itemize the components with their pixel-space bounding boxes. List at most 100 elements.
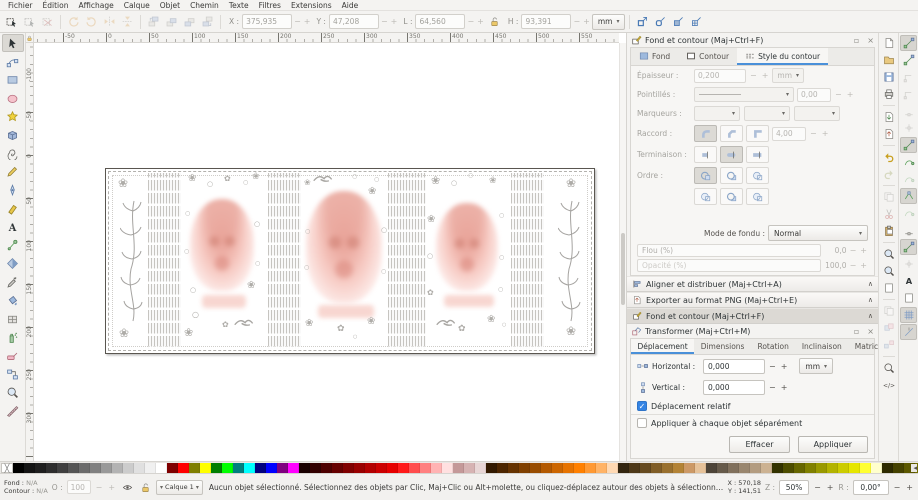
pencil-tool[interactable] (2, 163, 24, 181)
menu-texte[interactable]: Texte (224, 1, 254, 10)
color-swatch[interactable] (541, 463, 552, 473)
raise-to-top-button[interactable] (145, 13, 162, 30)
create-clone-button[interactable] (880, 320, 897, 336)
increment-button[interactable]: + (846, 90, 855, 99)
color-swatch[interactable] (596, 463, 607, 473)
selector-tool[interactable] (2, 34, 24, 52)
menu-fichier[interactable]: Fichier (3, 1, 38, 10)
color-swatch[interactable] (145, 463, 156, 473)
snap-text-baselines-toggle[interactable]: A (900, 273, 917, 289)
box3d-tool[interactable] (2, 126, 24, 144)
cap-butt-button[interactable] (694, 146, 717, 163)
export-png-button[interactable] (880, 126, 897, 142)
stroke-width-field[interactable]: 0,200 (694, 69, 746, 83)
vertical-ruler[interactable]: -100-50050100150200250300 (26, 43, 34, 461)
color-swatch[interactable] (574, 463, 585, 473)
cap-round-button[interactable] (720, 146, 743, 163)
decrement-button[interactable]: − (380, 17, 389, 26)
decrement-button[interactable]: − (293, 17, 302, 26)
eraser-tool[interactable] (2, 347, 24, 365)
color-swatch[interactable] (552, 463, 563, 473)
tweak-tool[interactable] (2, 236, 24, 254)
snap-line-midpoints-toggle[interactable] (900, 222, 917, 238)
connector-tool[interactable] (2, 365, 24, 383)
menu-filtres[interactable]: Filtres (254, 1, 286, 10)
color-swatch[interactable] (761, 463, 772, 473)
color-swatch[interactable] (475, 463, 486, 473)
color-swatch[interactable] (882, 463, 893, 473)
raise-button[interactable] (163, 13, 180, 30)
ellipse-tool[interactable] (2, 89, 24, 107)
color-swatch[interactable] (662, 463, 673, 473)
x-position-field[interactable]: 375,935 (242, 14, 292, 29)
color-swatch[interactable] (871, 463, 882, 473)
unlink-clone-button[interactable] (880, 337, 897, 353)
decrement-button[interactable]: − (466, 17, 475, 26)
increment-button[interactable]: + (582, 17, 591, 26)
snap-page-border-toggle[interactable] (900, 290, 917, 306)
copy-button[interactable] (880, 189, 897, 205)
paste-button[interactable] (880, 223, 897, 239)
decrement-button[interactable]: − (834, 90, 843, 99)
select-all-layers-button[interactable] (21, 13, 38, 30)
blend-mode-dropdown[interactable]: Normal▾ (768, 225, 868, 241)
print-document-button[interactable] (880, 86, 897, 102)
dash-pattern-dropdown[interactable]: ▾ (694, 87, 794, 102)
color-swatch[interactable] (618, 463, 629, 473)
select-all-button[interactable] (3, 13, 20, 30)
enable-snapping-toggle[interactable] (900, 35, 917, 51)
color-swatch[interactable] (486, 463, 497, 473)
color-swatch[interactable] (299, 463, 310, 473)
clear-button[interactable]: Effacer (729, 436, 789, 453)
menu-dition[interactable]: Édition (38, 1, 74, 10)
color-swatch[interactable] (860, 463, 871, 473)
increment-button[interactable]: + (821, 129, 830, 138)
move-horizontal-field[interactable]: 0,000 (703, 359, 765, 374)
color-swatch[interactable] (717, 463, 728, 473)
decrement-button[interactable]: − (893, 483, 902, 492)
tab-matrice[interactable]: Matrice (848, 339, 878, 354)
tab-rotation[interactable]: Rotation (751, 339, 795, 354)
color-swatch[interactable] (629, 463, 640, 473)
fill-stroke-dialog-header[interactable]: Fond et contour (Maj+Ctrl+F) ▫× (627, 33, 878, 47)
transform-unit-dropdown[interactable]: mm▾ (799, 358, 833, 374)
color-swatch[interactable] (519, 463, 530, 473)
increment-button[interactable]: + (303, 17, 312, 26)
color-swatch[interactable] (167, 463, 178, 473)
color-swatch[interactable] (288, 463, 299, 473)
paint-order-stroke-fill-markers-button[interactable] (720, 167, 743, 184)
vertical-scrollbar-thumb[interactable] (621, 233, 625, 305)
color-swatch[interactable] (739, 463, 750, 473)
color-swatch[interactable] (805, 463, 816, 473)
decrement-button[interactable]: − (849, 246, 858, 255)
flip-vertical-button[interactable] (119, 13, 136, 30)
calligraphy-tool[interactable] (2, 200, 24, 218)
miter-limit-field[interactable]: 4,00 (772, 127, 806, 141)
color-swatch[interactable] (387, 463, 398, 473)
blur-slider[interactable]: Flou (%) (637, 244, 821, 257)
layer-lock-toggle[interactable] (138, 480, 152, 494)
color-swatch[interactable] (772, 463, 783, 473)
increment-button[interactable]: + (780, 362, 789, 371)
save-document-button[interactable] (880, 69, 897, 85)
color-swatch[interactable] (585, 463, 596, 473)
pen-tool[interactable] (2, 181, 24, 199)
fill-stroke-dock-header[interactable]: Fond et contour (Maj+Ctrl+F)∧ (627, 308, 878, 324)
marker-dropdown[interactable]: ▾ (694, 106, 740, 121)
snap-grids-toggle[interactable] (900, 307, 917, 323)
color-swatch[interactable] (453, 463, 464, 473)
decrement-button[interactable]: − (768, 362, 777, 371)
color-swatch[interactable] (310, 463, 321, 473)
ruler-units-lock[interactable] (26, 33, 34, 43)
redo-button[interactable] (880, 166, 897, 182)
height-field[interactable]: 93,391 (521, 14, 571, 29)
tab-style-du-contour[interactable]: Style du contour (737, 48, 828, 65)
increment-button[interactable]: + (107, 483, 116, 492)
rectangle-tool[interactable] (2, 71, 24, 89)
increment-button[interactable]: + (905, 483, 914, 492)
horizontal-ruler[interactable]: -50050100150200250300350400450500550600 (34, 33, 619, 43)
color-swatch[interactable] (255, 463, 266, 473)
menu-calque[interactable]: Calque (119, 1, 155, 10)
increment-button[interactable]: + (761, 71, 770, 80)
color-swatch[interactable] (233, 463, 244, 473)
